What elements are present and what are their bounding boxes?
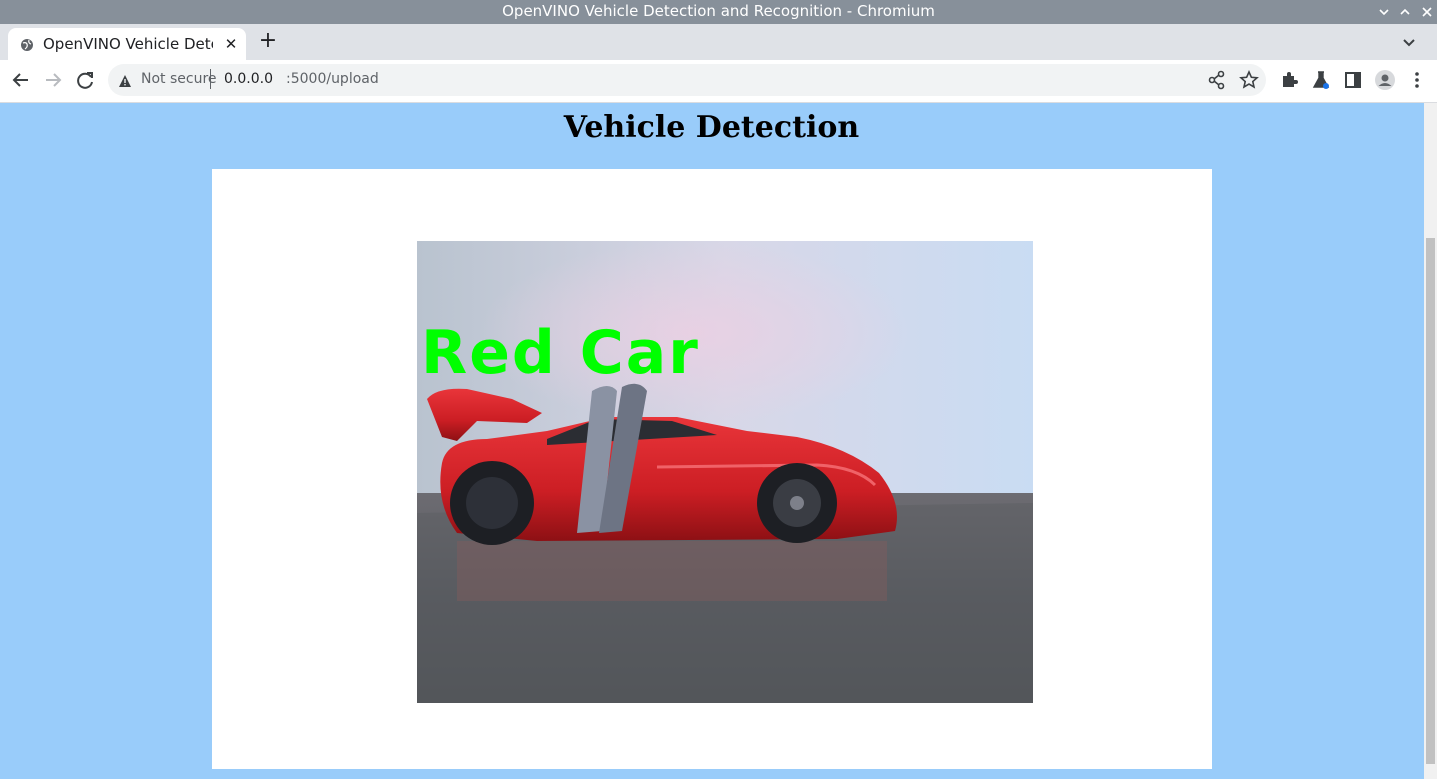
security-status[interactable]: Not secure [141,71,217,87]
omnibox-divider [210,69,211,89]
globe-icon [20,37,34,51]
menu-kebab-icon[interactable] [1406,69,1428,91]
page-title: Vehicle Detection [563,110,860,145]
detection-result-image: Red Car [417,241,1033,703]
tab-close-icon[interactable]: ✕ [222,34,240,54]
detection-label: Red Car [421,318,700,388]
side-panel-icon[interactable] [1342,69,1364,91]
new-tab-button[interactable]: + [256,29,280,53]
profile-avatar-icon[interactable] [1374,69,1396,91]
tab-search-chevron-icon[interactable] [1398,31,1420,53]
forward-icon[interactable] [42,69,64,91]
back-icon[interactable] [10,69,32,91]
url-host: 0.0.0.0 [224,71,273,87]
labs-flask-icon[interactable] [1310,69,1332,91]
url-path: :5000/upload [286,71,379,87]
share-icon[interactable] [1206,69,1228,91]
maximize-icon[interactable] [1396,3,1414,21]
window-title: OpenVINO Vehicle Detection and Recogniti… [502,2,935,20]
tab-title: OpenVINO Vehicle Detec [43,35,213,53]
close-window-icon[interactable] [1418,3,1436,21]
tab-active[interactable]: OpenVINO Vehicle Detec ✕ [8,28,246,60]
minimize-icon[interactable] [1375,3,1393,21]
scrollbar-thumb[interactable] [1426,238,1435,764]
window-titlebar: OpenVINO Vehicle Detection and Recogniti… [0,0,1437,24]
address-bar[interactable]: Not secure 0.0.0.0 :5000/upload [108,64,1266,96]
warning-icon[interactable] [118,73,132,87]
bookmark-star-icon[interactable] [1238,69,1260,91]
extensions-icon[interactable] [1278,69,1300,91]
reload-icon[interactable] [74,69,96,91]
